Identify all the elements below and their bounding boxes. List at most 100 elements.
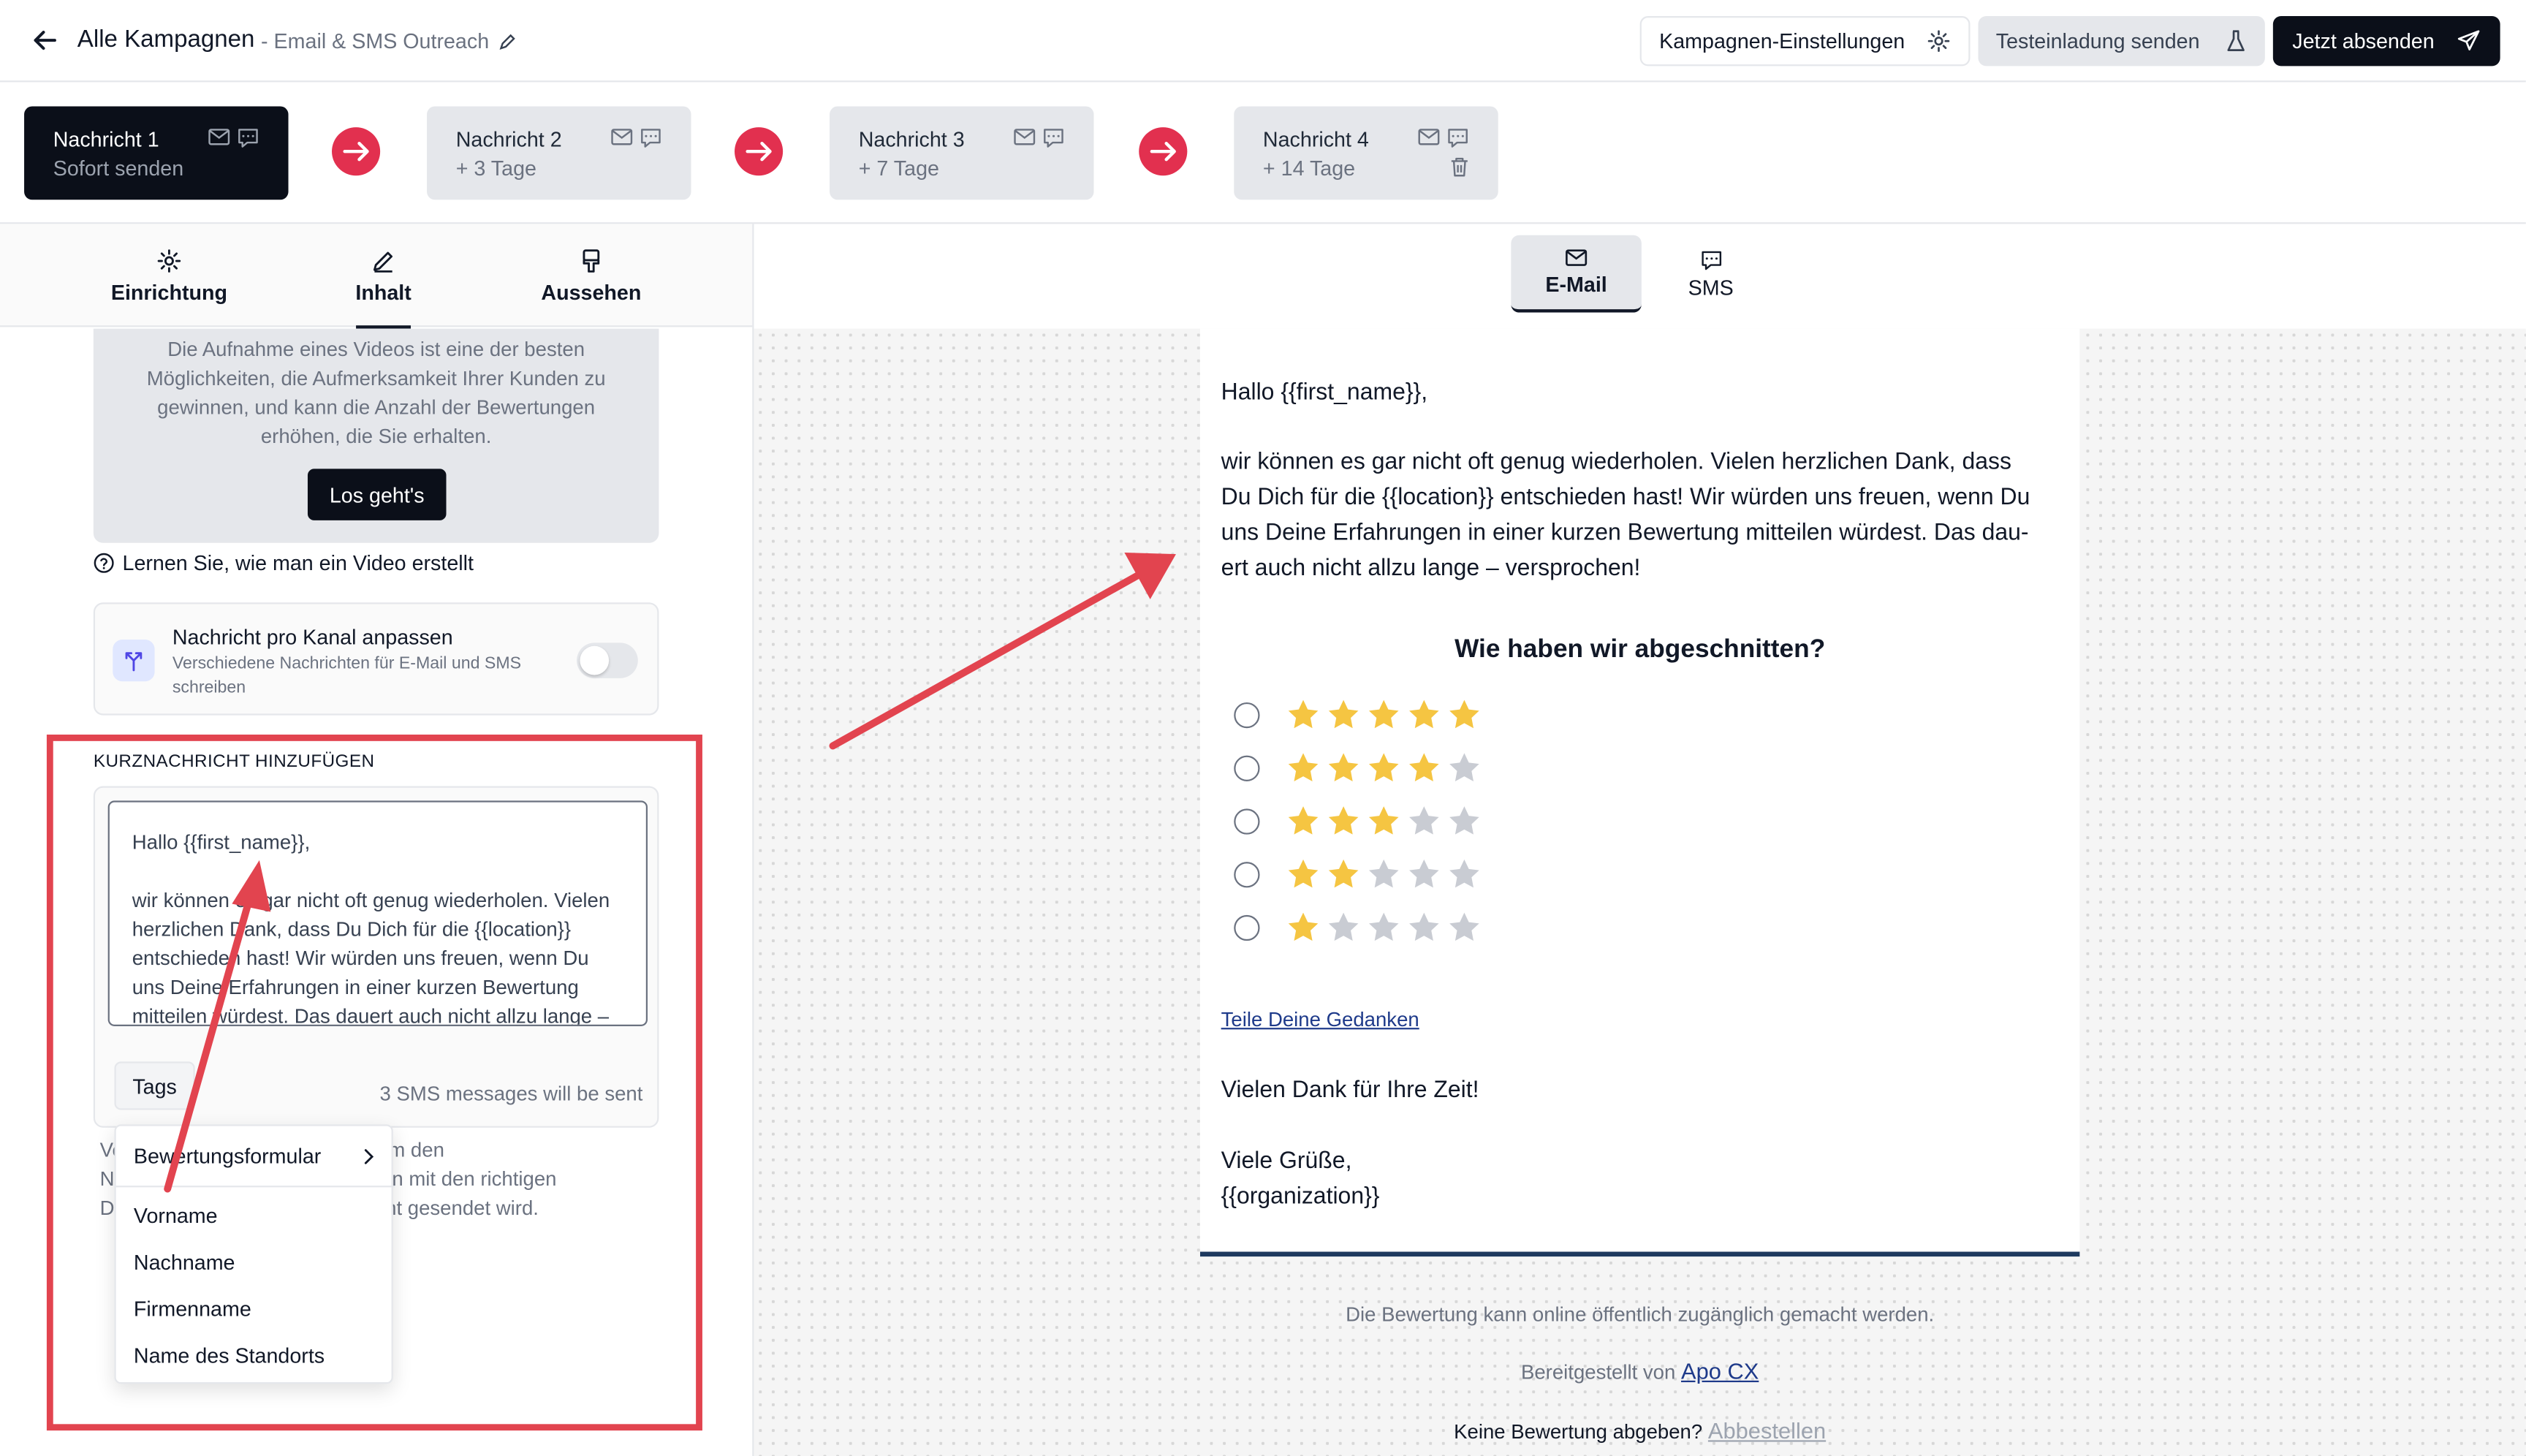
rating-row[interactable] bbox=[1234, 804, 1482, 838]
star-icon bbox=[1326, 857, 1361, 891]
tab-label: Einrichtung bbox=[110, 279, 228, 304]
rating-row[interactable] bbox=[1234, 910, 1482, 944]
tab-sms-preview[interactable]: SMS bbox=[1664, 235, 1758, 313]
send-test-label: Testeinladung senden bbox=[1995, 29, 2200, 53]
message-timing: + 14 Tage bbox=[1262, 156, 1356, 181]
star-icon bbox=[1446, 751, 1482, 784]
tab-inhalt[interactable]: Inhalt bbox=[355, 224, 411, 329]
message-name: Nachricht 2 bbox=[455, 127, 562, 152]
gear-icon bbox=[1927, 29, 1951, 53]
rating-radio[interactable] bbox=[1234, 754, 1260, 781]
step-arrow-icon bbox=[332, 127, 381, 176]
channel-description: Verschiedene Nachrichten für E-Mail und … bbox=[172, 653, 522, 698]
email-greeting: Hallo {{first_name}}, bbox=[1221, 380, 1428, 406]
rating-row[interactable] bbox=[1234, 857, 1482, 891]
tab-label: Aussehen bbox=[541, 279, 642, 304]
message-name: Nachricht 4 bbox=[1262, 127, 1369, 152]
email-signature: {{organization}} bbox=[1221, 1183, 1380, 1210]
split-arrows-icon bbox=[113, 639, 155, 682]
star-icon bbox=[1326, 697, 1361, 731]
rating-row[interactable] bbox=[1234, 697, 1482, 731]
chat-icon bbox=[1699, 249, 1723, 270]
lets-go-button[interactable]: Los geht's bbox=[307, 469, 447, 520]
message-tile-4[interactable]: Nachricht 4 + 14 Tage bbox=[1234, 106, 1498, 200]
back-arrow-icon[interactable] bbox=[29, 24, 61, 56]
star-icon bbox=[1406, 857, 1441, 891]
page-title[interactable]: Alle Kampagnen bbox=[77, 26, 255, 53]
message-timing: Sofort senden bbox=[53, 156, 184, 181]
star-icon bbox=[1406, 697, 1441, 731]
annotation-highlight-box bbox=[46, 735, 702, 1431]
channel-customize-card: Nachricht pro Kanal anpassen Verschieden… bbox=[93, 602, 659, 716]
rating-question: Wie haben wir abgeschnitten? bbox=[1454, 636, 1826, 664]
email-body-line: Du Dich für die {{location}} entschieden… bbox=[1221, 485, 2030, 511]
star-icon bbox=[1446, 910, 1482, 944]
share-thoughts-link[interactable]: Teile Deine Gedanken bbox=[1221, 1009, 1419, 1031]
rating-row[interactable] bbox=[1234, 751, 1482, 784]
provider-link[interactable]: Apo CX bbox=[1681, 1358, 1759, 1384]
paper-plane-icon bbox=[2457, 29, 2481, 53]
email-thanks: Vielen Dank für Ihre Zeit! bbox=[1221, 1077, 1479, 1104]
star-icon bbox=[1286, 751, 1321, 784]
step-arrow-icon bbox=[735, 127, 784, 176]
top-bar: Alle Kampagnen - Email & SMS Outreach Ka… bbox=[0, 0, 2526, 83]
campaign-settings-label: Kampagnen-Einstellungen bbox=[1659, 29, 1905, 53]
learn-video-label: Lernen Sie, wie man ein Video erstellt bbox=[122, 550, 474, 575]
tab-label: E-Mail bbox=[1545, 272, 1607, 297]
star-icon bbox=[1446, 857, 1482, 891]
rating-radio[interactable] bbox=[1234, 808, 1260, 834]
trash-icon[interactable] bbox=[1450, 156, 1469, 178]
gear-icon bbox=[156, 247, 182, 273]
send-now-label: Jetzt absenden bbox=[2292, 29, 2435, 53]
email-closing: Viele Grüße, bbox=[1221, 1148, 1352, 1175]
rating-radio[interactable] bbox=[1234, 701, 1260, 728]
email-preview: Hallo {{first_name}}, wir können es gar … bbox=[1199, 328, 2080, 1257]
star-icon bbox=[1406, 751, 1441, 784]
campaign-subtitle[interactable]: - Email & SMS Outreach bbox=[261, 29, 517, 53]
star-group bbox=[1286, 910, 1482, 944]
pencil-icon bbox=[371, 247, 396, 273]
tab-einrichtung[interactable]: Einrichtung bbox=[103, 224, 235, 327]
tab-email-preview[interactable]: E-Mail bbox=[1511, 235, 1642, 313]
campaign-name: - Email & SMS Outreach bbox=[261, 29, 490, 53]
star-group bbox=[1286, 857, 1482, 891]
pencil-icon[interactable] bbox=[497, 31, 516, 50]
tab-label: Inhalt bbox=[355, 279, 411, 304]
star-icon bbox=[1366, 804, 1401, 838]
app-root: Alle Kampagnen - Email & SMS Outreach Ka… bbox=[0, 0, 2526, 1456]
star-icon bbox=[1326, 804, 1361, 838]
star-icon bbox=[1366, 910, 1401, 944]
message-timing: + 7 Tage bbox=[858, 156, 939, 181]
video-promo-card: Die Aufnahme eines Videos ist eine der b… bbox=[93, 328, 659, 543]
campaign-settings-button[interactable]: Kampagnen-Einstellungen bbox=[1639, 16, 1971, 67]
rating-radio[interactable] bbox=[1234, 861, 1260, 887]
star-icon bbox=[1446, 697, 1482, 731]
star-icon bbox=[1326, 910, 1361, 944]
flask-icon bbox=[2225, 29, 2248, 53]
mail-icon bbox=[1418, 127, 1441, 148]
star-icon bbox=[1286, 804, 1321, 838]
message-tile-2[interactable]: Nachricht 2 + 3 Tage bbox=[427, 106, 691, 200]
promo-text: Die Aufnahme eines Videos ist eine der b… bbox=[146, 338, 606, 448]
tab-aussehen[interactable]: Aussehen bbox=[541, 224, 642, 327]
star-icon bbox=[1366, 857, 1401, 891]
message-tile-3[interactable]: Nachricht 3 + 7 Tage bbox=[830, 106, 1094, 200]
message-timing: + 3 Tage bbox=[455, 156, 536, 181]
send-test-button[interactable]: Testeinladung senden bbox=[1978, 16, 2265, 67]
editor-tabs: Einrichtung Inhalt Aussehen bbox=[0, 224, 753, 329]
rating-radio[interactable] bbox=[1234, 914, 1260, 941]
email-body-line: wir können es gar nicht oft genug wieder… bbox=[1221, 449, 2011, 476]
send-now-button[interactable]: Jetzt absenden bbox=[2272, 16, 2500, 67]
message-name: Nachricht 1 bbox=[53, 127, 159, 152]
channel-toggle[interactable] bbox=[577, 642, 638, 678]
provided-by-line: Bereitgestellt von Apo CX bbox=[1200, 1358, 2079, 1384]
star-group bbox=[1286, 751, 1482, 784]
mail-icon bbox=[1564, 248, 1588, 267]
learn-video-link[interactable]: Lernen Sie, wie man ein Video erstellt bbox=[94, 551, 474, 575]
star-icon bbox=[1286, 857, 1321, 891]
mail-icon bbox=[208, 127, 230, 148]
message-tile-1[interactable]: Nachricht 1 Sofort senden bbox=[24, 106, 289, 200]
star-group bbox=[1286, 804, 1482, 838]
paint-brush-icon bbox=[580, 247, 602, 273]
unsubscribe-link[interactable]: Abbestellen bbox=[1708, 1418, 1826, 1444]
